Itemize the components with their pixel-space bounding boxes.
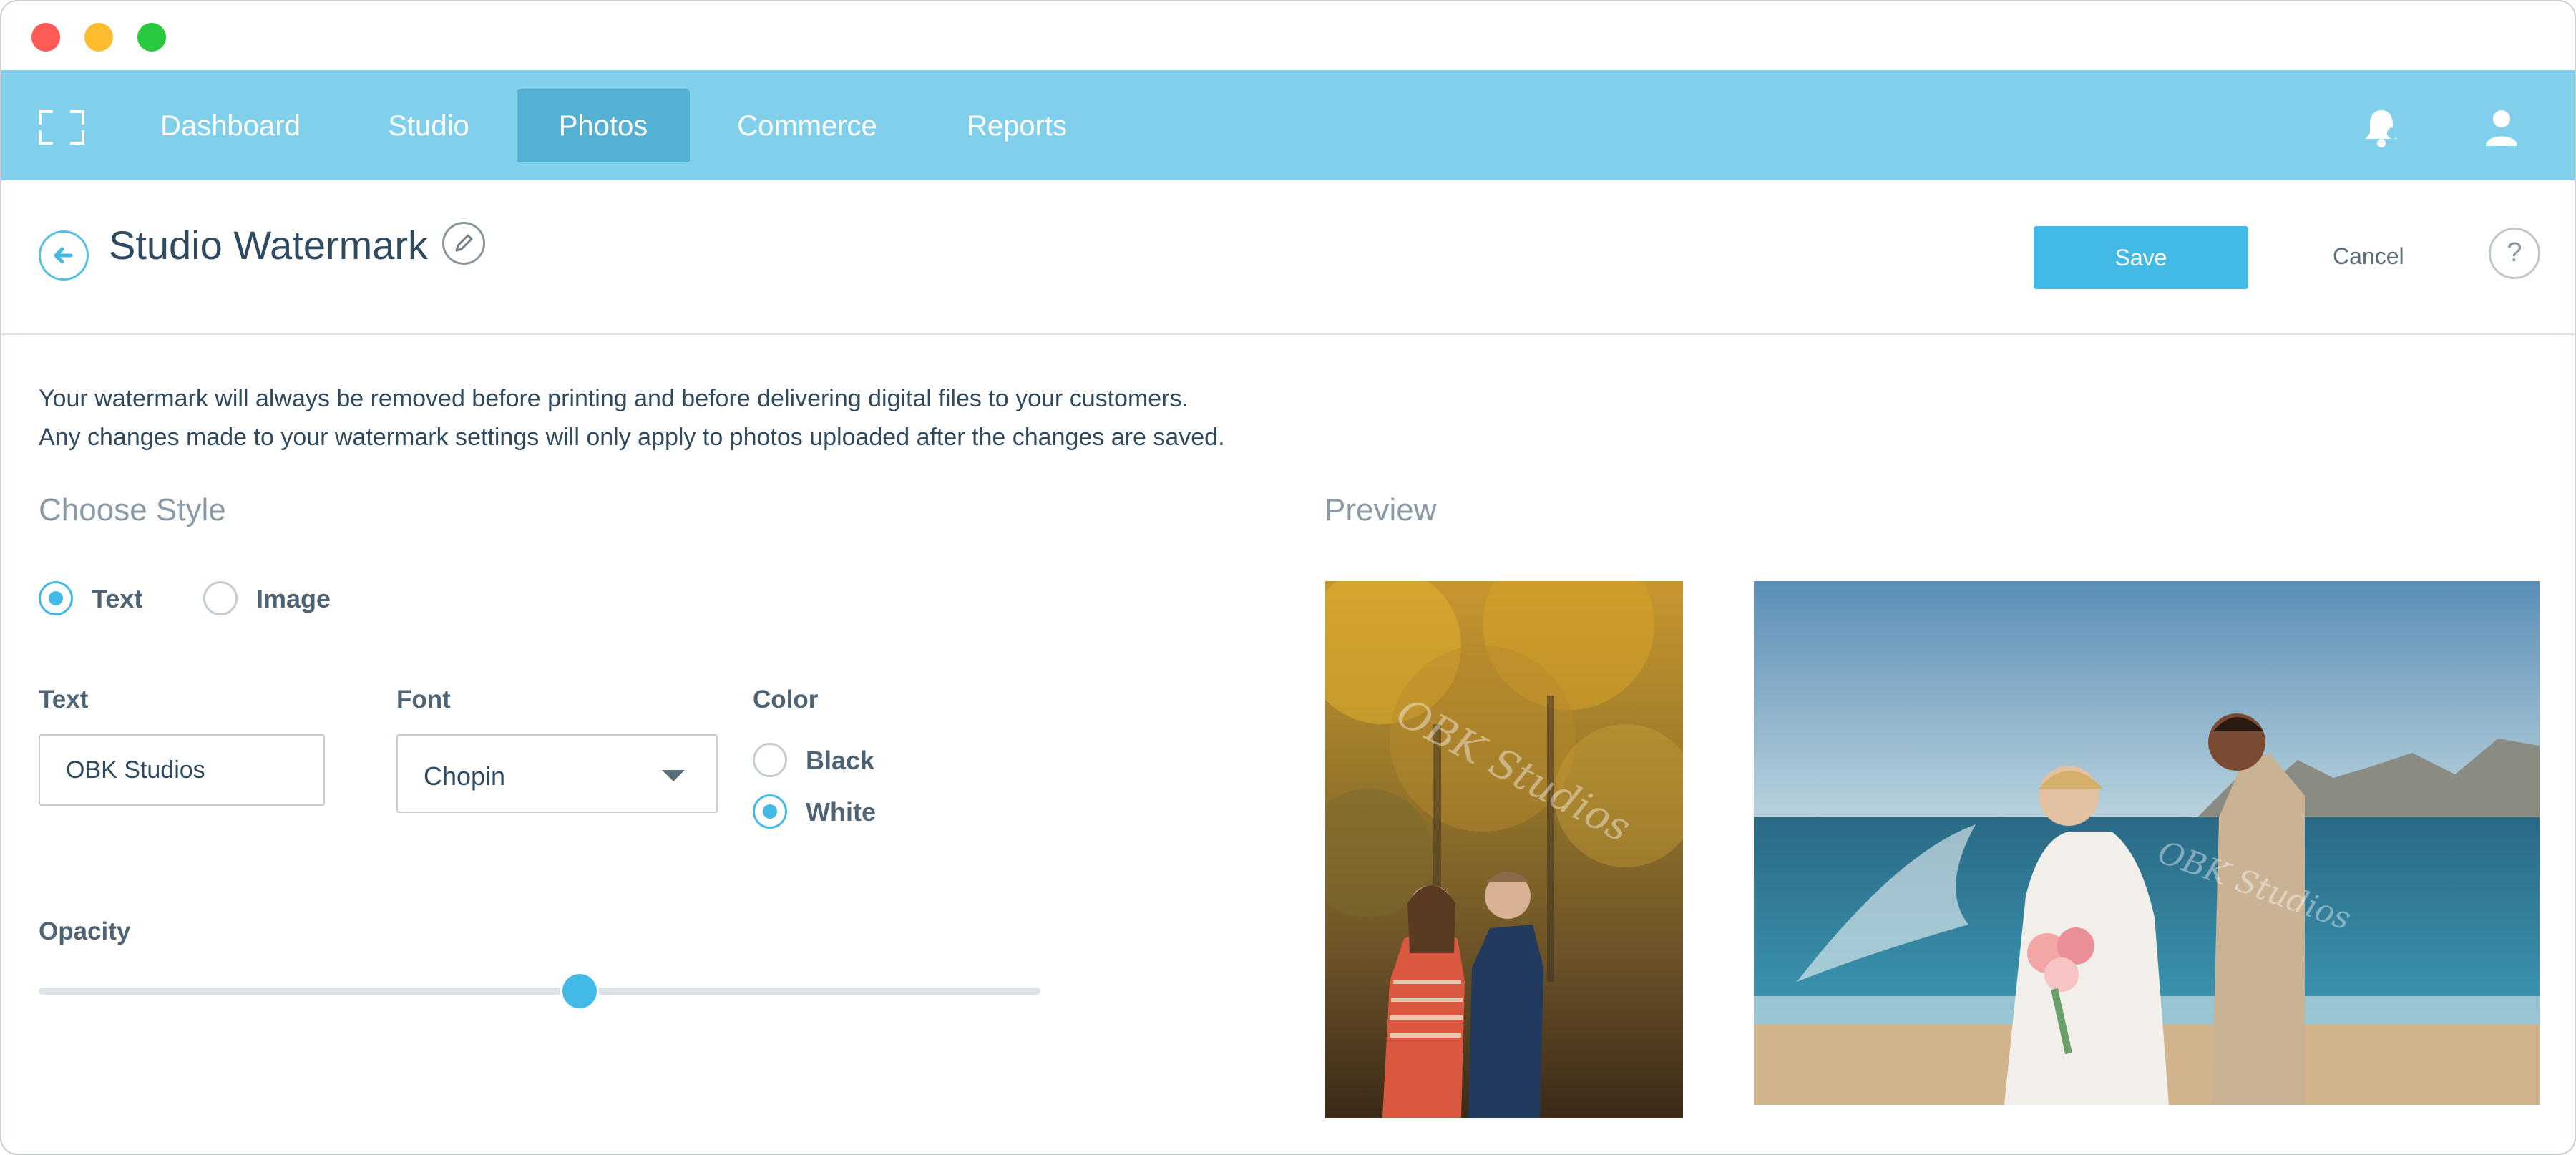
bell-icon[interactable]	[2360, 106, 2403, 149]
watermark-overlay-portrait: OBK Studios	[1389, 690, 1638, 852]
svg-text:OBK Studios: OBK Studios	[1389, 690, 1638, 852]
back-button[interactable]	[39, 230, 89, 281]
question-icon[interactable]: ?	[2489, 228, 2540, 279]
font-select-value: Chopin	[424, 761, 506, 791]
style-option-image-label[interactable]: Image	[256, 584, 331, 614]
color-option-white-label[interactable]: White	[806, 797, 876, 827]
arrow-left-icon	[54, 247, 73, 264]
font-select[interactable]: Chopin	[396, 734, 718, 813]
pencil-icon	[455, 234, 473, 252]
maximize-window-button[interactable]	[137, 23, 166, 52]
cancel-button[interactable]: Cancel	[2333, 243, 2404, 270]
opacity-slider-handle[interactable]	[560, 972, 599, 1010]
page-header: Studio Watermark Save Cancel ?	[1, 180, 2575, 335]
nav-studio[interactable]: Studio	[359, 89, 498, 162]
title-bar	[1, 1, 2575, 70]
nav-photos[interactable]: Photos	[517, 89, 690, 162]
frame-corners-icon[interactable]	[39, 110, 84, 145]
style-radio-image[interactable]	[203, 581, 238, 615]
edit-title-button[interactable]	[442, 222, 485, 265]
font-field-label: Font	[396, 686, 451, 713]
nav-commerce[interactable]: Commerce	[717, 89, 897, 162]
text-field-label: Text	[39, 686, 89, 713]
nav-reports[interactable]: Reports	[932, 89, 1102, 162]
save-button[interactable]: Save	[2034, 226, 2248, 289]
preview-heading: Preview	[1324, 492, 1437, 527]
notice-line-2: Any changes made to your watermark setti…	[39, 424, 1225, 451]
style-option-text-label[interactable]: Text	[92, 584, 142, 614]
app-window: Dashboard Studio Photos Commerce Reports…	[0, 0, 2576, 1155]
watermark-text-input[interactable]	[39, 734, 325, 806]
watermark-notice: Your watermark will always be removed be…	[39, 379, 1225, 457]
svg-text:OBK Studios: OBK Studios	[2153, 834, 2356, 937]
color-field-label: Color	[753, 686, 819, 713]
color-option-black-label[interactable]: Black	[806, 746, 874, 776]
caret-down-icon	[662, 770, 685, 781]
watermark-overlay-landscape: OBK Studios	[2153, 834, 2356, 937]
style-radio-text[interactable]	[39, 581, 73, 615]
page-title: Studio Watermark	[109, 223, 429, 268]
preview-photo-portrait: OBK Studios	[1325, 581, 1683, 1118]
choose-style-heading: Choose Style	[39, 492, 226, 527]
opacity-slider-track[interactable]	[39, 988, 1040, 995]
minimize-window-button[interactable]	[84, 23, 113, 52]
color-radio-black[interactable]	[753, 743, 787, 777]
notice-line-1: Your watermark will always be removed be…	[39, 385, 1189, 412]
nav-dashboard[interactable]: Dashboard	[137, 89, 323, 162]
color-radio-white[interactable]	[753, 794, 787, 829]
top-navigation-bar: Dashboard Studio Photos Commerce Reports	[1, 70, 2575, 180]
user-icon[interactable]	[2480, 106, 2523, 149]
preview-photo-landscape: OBK Studios	[1754, 581, 2540, 1105]
opacity-label: Opacity	[39, 917, 131, 945]
close-window-button[interactable]	[31, 23, 60, 52]
